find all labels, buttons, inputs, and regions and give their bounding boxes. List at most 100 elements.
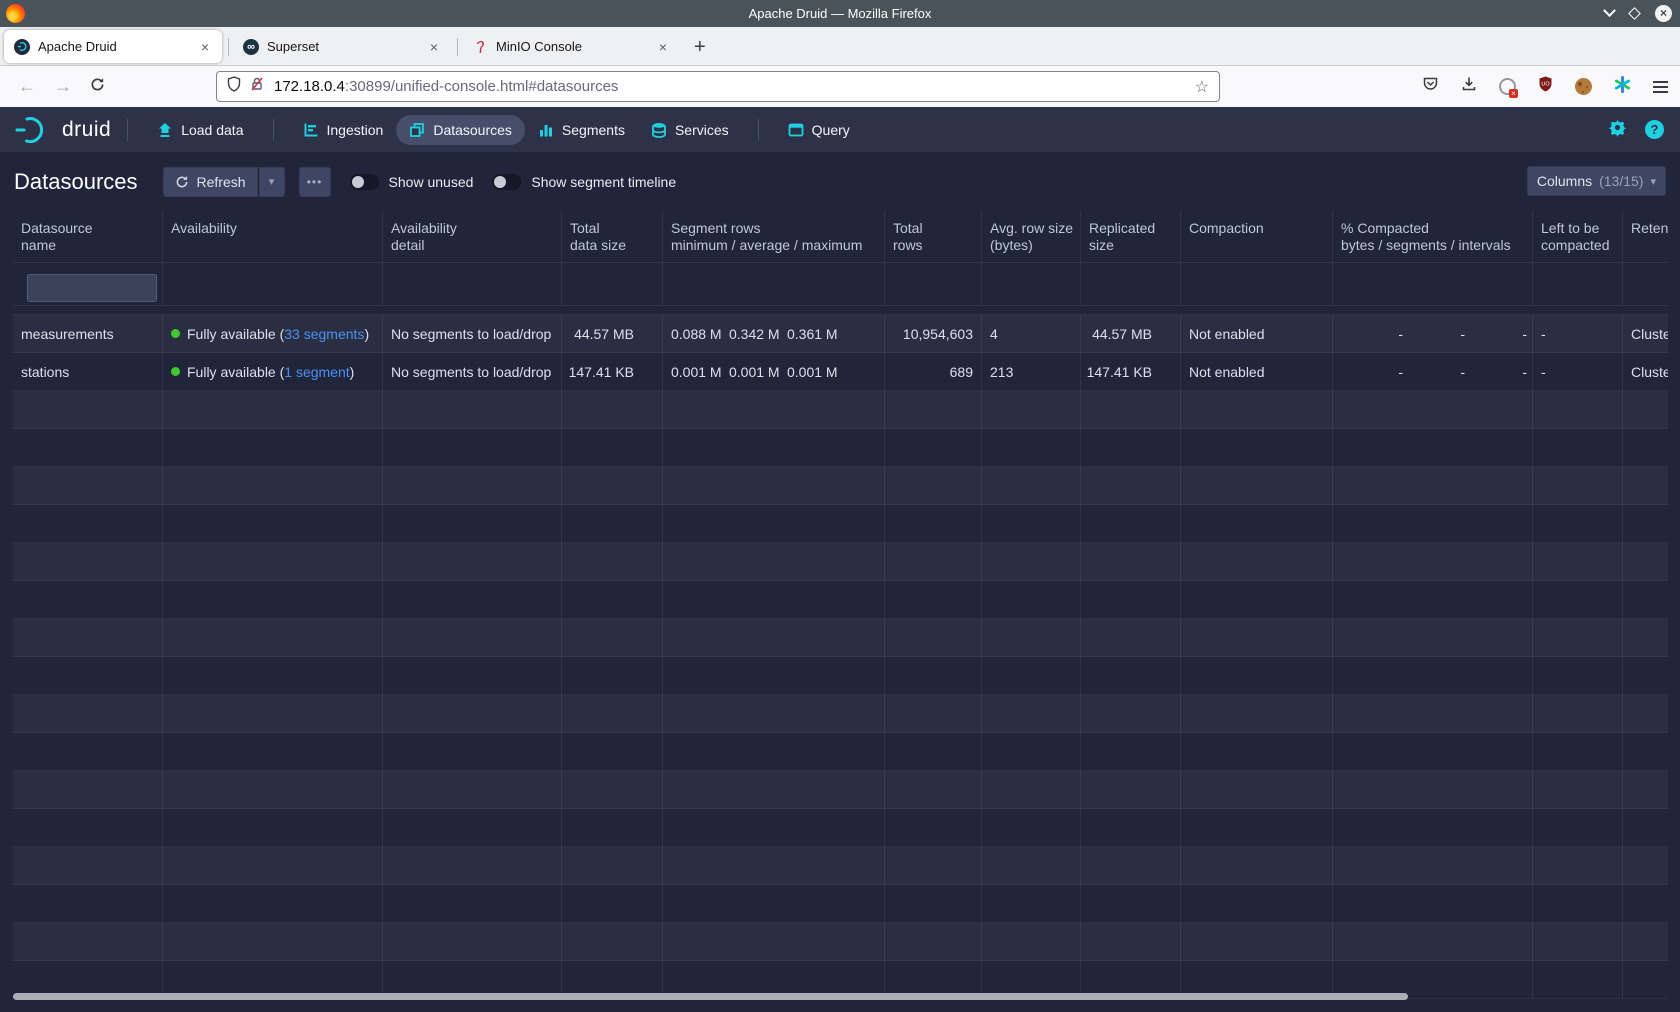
tab-label: Superset [267, 39, 417, 54]
availability-cell: Fully available (33 segments) [163, 315, 383, 352]
reload-icon[interactable] [90, 76, 105, 97]
column-header-total[interactable]: Totalrows [885, 211, 982, 262]
empty-cell [562, 543, 663, 580]
insecure-lock-icon[interactable] [250, 76, 264, 97]
empty-cell [1533, 391, 1623, 428]
nav-item-ingestion[interactable]: Ingestion [290, 115, 397, 145]
empty-cell [1623, 429, 1668, 466]
empty-cell [663, 733, 885, 770]
table-body: measurementsFully available (33 segments… [13, 315, 1668, 999]
show-unused-toggle[interactable]: Show unused [350, 174, 474, 190]
empty-cell [982, 467, 1081, 504]
table-row[interactable]: measurementsFully available (33 segments… [13, 315, 1668, 353]
column-header-replicated[interactable]: Replicatedsize [1081, 211, 1181, 262]
empty-cell [163, 543, 383, 580]
total-rows-cell: 689 [885, 353, 982, 390]
column-header-total[interactable]: Totaldata size [562, 211, 663, 262]
empty-cell [1333, 847, 1533, 884]
column-header-compaction[interactable]: Compaction [1181, 211, 1333, 262]
empty-cell [1623, 505, 1668, 542]
status-dot-icon [171, 367, 180, 376]
bookmark-star-icon[interactable]: ☆ [1195, 77, 1209, 97]
horizontal-scrollbar[interactable] [13, 993, 1408, 1000]
empty-cell [982, 543, 1081, 580]
menu-icon[interactable] [1653, 78, 1668, 96]
nav-item-load-data[interactable]: Load data [144, 115, 256, 145]
asterisk-extension-icon[interactable] [1614, 76, 1631, 98]
close-window-icon[interactable]: × [1655, 5, 1672, 22]
forward-icon[interactable]: → [54, 76, 72, 97]
empty-cell [1333, 923, 1533, 960]
datasource-name-filter-input[interactable] [27, 274, 157, 302]
new-tab-button[interactable]: + [694, 36, 706, 59]
empty-cell [1333, 619, 1533, 656]
tab-close-icon[interactable]: × [196, 39, 214, 55]
column-header-availability[interactable]: Availability [163, 211, 383, 262]
retention-cell: Cluster default [1623, 353, 1668, 390]
empty-cell [1181, 885, 1333, 922]
empty-cell [1623, 619, 1668, 656]
minimize-icon[interactable] [1603, 4, 1616, 17]
empty-cell [1533, 619, 1623, 656]
empty-cell [1333, 391, 1533, 428]
empty-cell [1333, 543, 1533, 580]
tab-minio-console[interactable]: MinIO Console × [462, 30, 680, 63]
chevron-down-icon: ▾ [269, 175, 275, 188]
tab-label: Apache Druid [38, 39, 188, 54]
segments-link[interactable]: 1 segment [284, 364, 349, 380]
filter-cell [1623, 263, 1668, 306]
url-path: :30899/unified-console.html#datasources [345, 78, 619, 95]
column-header--compacted[interactable]: % Compactedbytes / segments / intervals [1333, 211, 1533, 262]
show-segment-timeline-toggle[interactable]: Show segment timeline [492, 174, 676, 190]
column-header-segment-rows[interactable]: Segment rowsminimum / average / maximum [663, 211, 885, 262]
empty-cell [982, 733, 1081, 770]
help-icon[interactable]: ? [1645, 120, 1664, 139]
column-header-avg-row-size[interactable]: Avg. row size(bytes) [982, 211, 1081, 262]
downloads-icon[interactable] [1461, 76, 1477, 97]
nav-item-query[interactable]: Query [775, 115, 863, 145]
settings-gear-icon[interactable] [1608, 118, 1627, 142]
empty-cell [885, 467, 982, 504]
column-header-availability[interactable]: Availabilitydetail [383, 211, 562, 262]
maximize-icon[interactable] [1628, 7, 1641, 20]
shield-icon[interactable] [227, 76, 241, 97]
column-header-left-to-be[interactable]: Left to becompacted [1533, 211, 1623, 262]
druid-logo[interactable]: druid [14, 115, 111, 145]
tab-close-icon[interactable]: × [425, 39, 443, 55]
column-header-datasource[interactable]: Datasourcename [13, 211, 163, 262]
column-header-retention[interactable]: Retention [1623, 211, 1668, 262]
ublock-icon[interactable]: UO [1538, 76, 1553, 97]
nav-item-segments[interactable]: Segments [525, 115, 638, 145]
refresh-button[interactable]: Refresh [163, 167, 258, 197]
nav-item-datasources[interactable]: Datasources [396, 115, 525, 145]
empty-cell [1623, 847, 1668, 884]
cookie-icon[interactable] [1575, 78, 1592, 95]
empty-cell [562, 923, 663, 960]
empty-cell [663, 505, 885, 542]
refresh-dropdown-button[interactable]: ▾ [259, 167, 285, 197]
toggle-track[interactable] [492, 174, 521, 190]
tab-superset[interactable]: ∞ Superset × [233, 30, 451, 63]
toggle-track[interactable] [350, 174, 379, 190]
columns-button[interactable]: Columns (13/15) ▾ [1527, 166, 1666, 196]
table-header-row: DatasourcenameAvailabilityAvailabilityde… [13, 211, 1668, 315]
extension-icon[interactable] [1499, 78, 1516, 95]
empty-cell [562, 467, 663, 504]
empty-cell [13, 467, 163, 504]
pocket-icon[interactable] [1422, 76, 1439, 97]
url-bar[interactable]: 172.18.0.4:30899/unified-console.html#da… [216, 71, 1220, 102]
more-actions-button[interactable]: ••• [299, 167, 331, 197]
empty-cell [1181, 581, 1333, 618]
empty-cell [562, 885, 663, 922]
empty-table-row [13, 657, 1668, 695]
back-icon[interactable]: ← [18, 76, 36, 97]
table-row[interactable]: stationsFully available (1 segment)No se… [13, 353, 1668, 391]
tab-apache-druid[interactable]: Apache Druid × [4, 30, 222, 63]
empty-cell [1081, 923, 1181, 960]
empty-cell [163, 885, 383, 922]
tab-close-icon[interactable]: × [654, 39, 672, 55]
nav-item-services[interactable]: Services [638, 115, 742, 145]
datasources-view: Datasources Refresh ▾ ••• Show unused Sh… [0, 152, 1680, 1012]
filter-cell [885, 263, 982, 306]
segments-link[interactable]: 33 segments [284, 326, 364, 342]
